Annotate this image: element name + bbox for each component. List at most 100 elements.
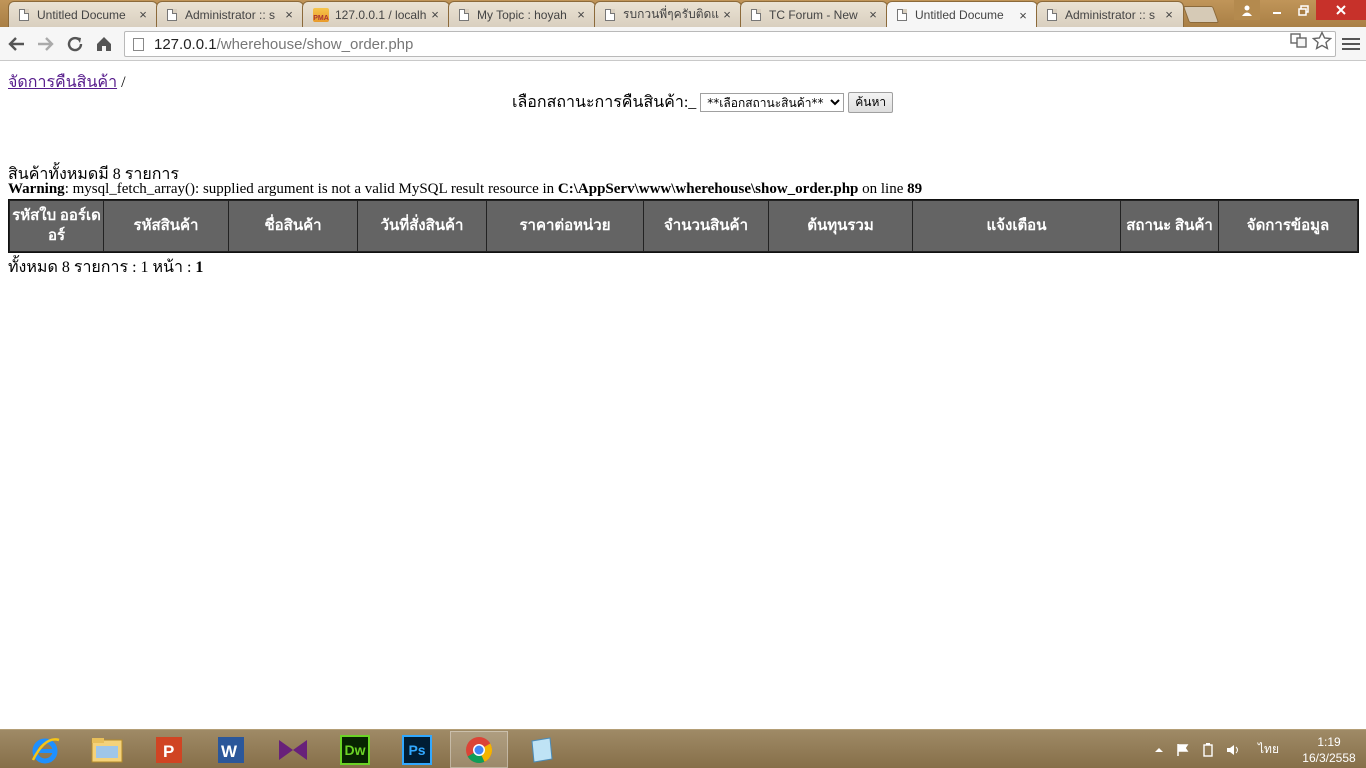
column-header-order-id: รหัสใบ ออร์เดอร์ [10,201,103,251]
phpmyadmin-icon: PMA [313,7,329,22]
system-clock[interactable]: 1:19 16/3/2558 [1298,734,1360,766]
clock-time: 1:19 [1317,735,1341,749]
document-icon [459,8,469,21]
clock-date: 16/3/2558 [1302,751,1356,765]
warning-file-path: C:\AppServ\www\wherehouse\show_order.php [557,181,859,197]
warning-label: Warning [8,181,65,197]
back-button[interactable] [6,33,28,55]
breadcrumb-separator: / [117,74,126,91]
reload-icon [67,36,83,52]
tab-title: Administrator :: s [1065,7,1156,22]
tab-untitled-document-active[interactable]: Untitled Docume × [886,1,1038,28]
powerpoint-icon[interactable]: P [140,731,198,768]
tab-close-icon[interactable]: × [865,7,881,22]
tab-tc-forum[interactable]: TC Forum - New × [740,1,888,27]
visual-studio-icon[interactable] [264,731,322,768]
warning-text: : mysql_fetch_array(): supplied argument… [64,181,558,197]
tab-title: Untitled Docume [37,7,126,22]
tab-close-icon[interactable]: × [1015,8,1031,23]
column-header-unit-price: ราคาต่อหน่วย [487,201,643,251]
dreamweaver-icon[interactable]: Dw [326,731,384,768]
svg-text:W: W [221,742,238,761]
tab-close-icon[interactable]: × [427,7,443,22]
document-icon [605,8,615,21]
php-warning-message: Warning: mysql_fetch_array(): supplied a… [8,181,922,198]
table-header-row: รหัสใบ ออร์เดอร์ รหัสสินค้า ชื่อสินค้า ว… [10,201,1357,251]
internet-explorer-icon[interactable] [16,731,74,768]
photoshop-icon[interactable]: Ps [388,731,446,768]
show-hidden-icons[interactable] [1154,730,1164,768]
restore-window-button[interactable] [1290,0,1316,20]
tab-close-icon[interactable]: × [719,7,735,22]
tab-title: 127.0.0.1 / localh [335,7,427,22]
action-center-flag-icon[interactable] [1176,730,1190,768]
tab-title: Administrator :: s [185,7,276,22]
tab-phpmyadmin[interactable]: PMA 127.0.0.1 / localh × [302,1,450,27]
browser-tab-strip: Untitled Docume × Administrator :: s × P… [0,0,1366,28]
document-icon [1047,8,1057,21]
file-explorer-icon[interactable] [78,731,136,768]
column-header-product-name: ชื่อสินค้า [229,201,357,251]
input-language-indicator[interactable]: ไทย [1258,730,1279,768]
home-button[interactable] [93,33,115,55]
svg-text:P: P [163,742,174,761]
forward-button[interactable] [34,33,56,55]
tab-title: รบกวนพี่ๆครับติดแ [623,7,719,21]
bookmark-star-icon[interactable] [1311,30,1333,50]
dreamweaver-label: Dw [344,741,366,758]
browser-toolbar: 127.0.0.1/wherehouse/show_order.php [0,27,1366,61]
status-filter-form: เลือกสถานะการคืนสินค้า:_ **เลือกสถานะสิน… [512,90,894,115]
document-icon [167,8,177,21]
tab-title: My Topic : hoyah [477,7,567,22]
breadcrumb-return-management-link[interactable]: จัดการคืนสินค้า [8,74,117,91]
translate-icon[interactable] [1290,31,1308,49]
chrome-icon[interactable] [450,731,508,768]
photoshop-label: Ps [408,741,426,758]
new-tab-button[interactable] [1182,6,1220,23]
column-header-notification: แจ้งเตือน [913,201,1120,251]
tab-title: TC Forum - New [769,7,858,22]
column-header-product-status: สถานะ สินค้า [1121,201,1218,251]
windows-taskbar: P W Dw Ps ไทย 1:19 16/3/2558 [0,729,1366,768]
status-filter-label: เลือกสถานะการคืนสินค้า:_ [512,94,697,111]
orders-table: รหัสใบ ออร์เดอร์ รหัสสินค้า ชื่อสินค้า ว… [8,199,1359,253]
warning-on-line: on line [858,181,908,197]
reload-button[interactable] [64,33,86,55]
column-header-manage-data: จัดการข้อมูล [1219,201,1357,251]
tab-thai-forum[interactable]: รบกวนพี่ๆครับติดแ × [594,1,742,27]
pagination-current-page[interactable]: 1 [195,259,203,276]
tab-my-topic[interactable]: My Topic : hoyah × [448,1,596,27]
column-header-product-id: รหัสสินค้า [104,201,228,251]
forward-arrow-icon [38,37,54,51]
tab-administrator-1[interactable]: Administrator :: s × [156,1,304,27]
user-profile-icon[interactable] [1234,0,1260,20]
close-window-button[interactable] [1316,0,1366,20]
tab-title: Untitled Docume [915,8,1004,22]
battery-icon[interactable] [1200,730,1216,768]
breadcrumb: จัดการคืนสินค้า / [8,70,126,95]
volume-icon[interactable] [1226,730,1240,768]
word-icon[interactable]: W [202,731,260,768]
status-select[interactable]: **เลือกสถานะสินค้า** [700,93,845,112]
tab-close-icon[interactable]: × [573,7,589,22]
tab-administrator-2[interactable]: Administrator :: s × [1036,1,1184,27]
column-header-order-date: วันที่สั่งสินค้า [358,201,486,251]
home-icon [97,37,111,51]
pagination-text: ทั้งหมด 8 รายการ : 1 หน้า : [8,259,196,276]
tab-untitled-document-1[interactable]: Untitled Docume × [8,1,158,27]
pagination: ทั้งหมด 8 รายการ : 1 หน้า : 1 [8,255,203,280]
chrome-menu-icon[interactable] [1342,35,1360,53]
page-content: จัดการคืนสินค้า / เลือกสถานะการคืนสินค้า… [0,61,1366,729]
document-icon [19,8,29,21]
column-header-quantity: จำนวนสินค้า [644,201,768,251]
address-url[interactable]: 127.0.0.1/wherehouse/show_order.php [154,36,413,53]
tab-close-icon[interactable]: × [281,7,297,22]
tab-close-icon[interactable]: × [1161,7,1177,22]
search-button[interactable]: ค้นหา [848,92,894,113]
minimize-window-button[interactable] [1264,0,1290,20]
tab-close-icon[interactable]: × [135,7,151,22]
page-icon [133,37,144,51]
address-bar[interactable]: 127.0.0.1/wherehouse/show_order.php [124,31,1336,57]
document-icon [897,9,907,21]
notepad-icon[interactable] [512,731,570,768]
